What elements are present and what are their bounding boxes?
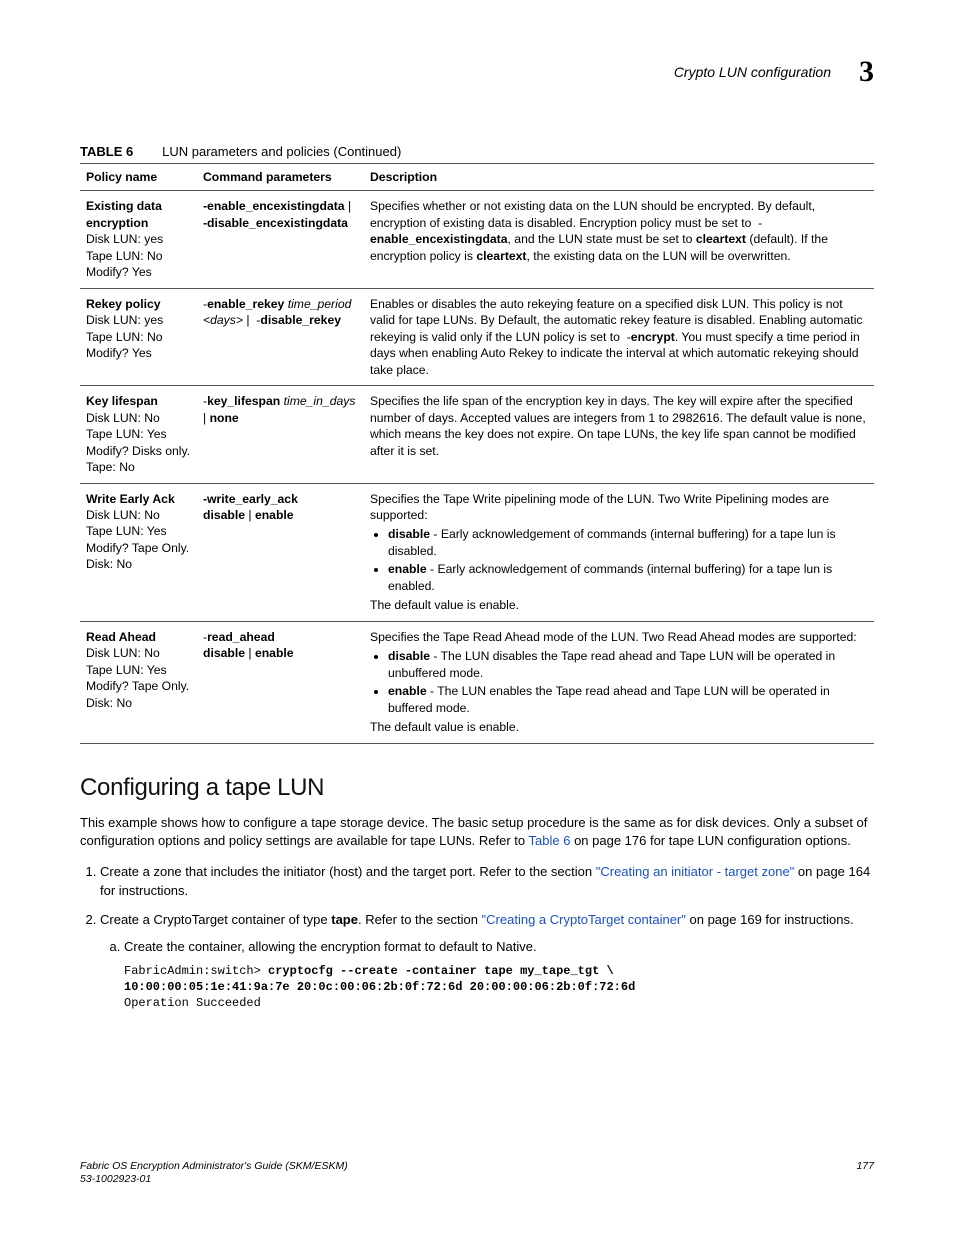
- intro-paragraph: This example shows how to configure a ta…: [80, 814, 874, 852]
- bullet-label: disable: [388, 649, 430, 663]
- step-text: . Refer to the section: [358, 912, 482, 927]
- description: Specifies the Tape Write pipelining mode…: [364, 483, 874, 621]
- bullet-text: - Early acknowledgement of commands (int…: [388, 527, 836, 557]
- page-number: 177: [856, 1160, 874, 1187]
- list-item: disable - The LUN disables the Tape read…: [388, 648, 868, 681]
- command-parameters: -enable_rekey time_period <days> | -disa…: [197, 288, 364, 385]
- policy-sub: Disk LUN: yes: [86, 312, 191, 328]
- bullet-text: - The LUN disables the Tape read ahead a…: [388, 649, 835, 679]
- bullet-label: enable: [388, 562, 427, 576]
- step-text: Create a zone that includes the initiato…: [100, 864, 596, 879]
- desc-pre: Specifies the Tape Read Ahead mode of th…: [370, 630, 857, 644]
- table-caption: TABLE 6 LUN parameters and policies (Con…: [80, 144, 874, 159]
- code-block: FabricAdmin:switch> cryptocfg --create -…: [124, 963, 874, 1012]
- table-label: TABLE 6: [80, 144, 133, 159]
- command-parameters: -read_aheaddisable | enable: [197, 621, 364, 743]
- lun-parameters-table: Policy name Command parameters Descripti…: [80, 163, 874, 744]
- bullet-label: enable: [388, 684, 427, 698]
- table-row: Existing data encryption Disk LUN: yes T…: [80, 191, 874, 288]
- cryptotarget-container-link[interactable]: "Creating a CryptoTarget container": [482, 912, 686, 927]
- code-prompt: FabricAdmin:switch>: [124, 964, 268, 978]
- sub-step-item: Create the container, allowing the encry…: [124, 938, 874, 1011]
- policy-sub: Disk LUN: No: [86, 645, 191, 661]
- policy-name: Existing data encryption: [86, 199, 162, 229]
- footer-title: Fabric OS Encryption Administrator's Gui…: [80, 1160, 348, 1172]
- col-policy-name: Policy name: [80, 164, 197, 191]
- description: Enables or disables the auto rekeying fe…: [364, 288, 874, 385]
- table-row: Key lifespan Disk LUN: No Tape LUN: Yes …: [80, 386, 874, 483]
- header-title: Crypto LUN configuration: [674, 64, 831, 80]
- page-header: Crypto LUN configuration 3: [80, 55, 874, 89]
- policy-sub: Disk LUN: No: [86, 410, 191, 426]
- intro-text-post: on page 176 for tape LUN configuration o…: [570, 833, 850, 848]
- table-caption-text: LUN parameters and policies (Continued): [162, 144, 401, 159]
- table-row: Read Ahead Disk LUN: No Tape LUN: Yes Mo…: [80, 621, 874, 743]
- col-command-parameters: Command parameters: [197, 164, 364, 191]
- policy-sub: Disk LUN: yes: [86, 231, 191, 247]
- desc-post: The default value is enable.: [370, 720, 519, 734]
- description: Specifies the Tape Read Ahead mode of th…: [364, 621, 874, 743]
- policy-sub: Modify? Yes: [86, 264, 191, 280]
- desc-pre: Specifies the Tape Write pipelining mode…: [370, 492, 829, 522]
- list-item: enable - The LUN enables the Tape read a…: [388, 683, 868, 716]
- step-text: Create a CryptoTarget container of type: [100, 912, 331, 927]
- col-description: Description: [364, 164, 874, 191]
- table-6-link[interactable]: Table 6: [529, 833, 571, 848]
- policy-sub: Modify? Tape Only. Disk: No: [86, 540, 191, 573]
- page-footer: Fabric OS Encryption Administrator's Gui…: [80, 1160, 874, 1187]
- description: Specifies the life span of the encryptio…: [364, 386, 874, 483]
- step-text: on page 169 for instructions.: [686, 912, 854, 927]
- sub-step-text: Create the container, allowing the encry…: [124, 939, 537, 954]
- bullet-text: - Early acknowledgement of commands (int…: [388, 562, 832, 592]
- policy-name: Read Ahead: [86, 630, 156, 644]
- policy-sub: Tape LUN: No: [86, 329, 191, 345]
- policy-name: Write Early Ack: [86, 492, 175, 506]
- chapter-number: 3: [859, 55, 874, 89]
- policy-sub: Disk LUN: No: [86, 507, 191, 523]
- bullet-label: disable: [388, 527, 430, 541]
- section-title: Configuring a tape LUN: [80, 774, 874, 802]
- steps-list: Create a zone that includes the initiato…: [80, 863, 874, 1011]
- table-row: Write Early Ack Disk LUN: No Tape LUN: Y…: [80, 483, 874, 621]
- command-parameters: -enable_encexistingdata | -disable_encex…: [197, 191, 364, 288]
- policy-sub: Tape LUN: Yes: [86, 523, 191, 539]
- initiator-target-zone-link[interactable]: "Creating an initiator - target zone": [596, 864, 795, 879]
- code-result: Operation Succeeded: [124, 996, 261, 1010]
- description: Specifies whether or not existing data o…: [364, 191, 874, 288]
- policy-sub: Tape LUN: No: [86, 248, 191, 264]
- policy-sub: Modify? Disks only. Tape: No: [86, 443, 191, 476]
- policy-name: Key lifespan: [86, 394, 158, 408]
- sub-steps-list: Create the container, allowing the encry…: [100, 938, 874, 1011]
- list-item: enable - Early acknowledgement of comman…: [388, 561, 868, 594]
- policy-sub: Tape LUN: Yes: [86, 662, 191, 678]
- desc-post: The default value is enable.: [370, 598, 519, 612]
- step-item: Create a CryptoTarget container of type …: [100, 911, 874, 1011]
- footer-docid: 53-1002923-01: [80, 1173, 151, 1185]
- step-item: Create a zone that includes the initiato…: [100, 863, 874, 901]
- table-row: Rekey policy Disk LUN: yes Tape LUN: No …: [80, 288, 874, 385]
- list-item: disable - Early acknowledgement of comma…: [388, 526, 868, 559]
- command-parameters: -write_early_ackdisable | enable: [197, 483, 364, 621]
- policy-sub: Modify? Tape Only. Disk: No: [86, 678, 191, 711]
- bullet-text: - The LUN enables the Tape read ahead an…: [388, 684, 830, 714]
- policy-name: Rekey policy: [86, 297, 161, 311]
- policy-sub: Tape LUN: Yes: [86, 426, 191, 442]
- command-parameters: -key_lifespan time_in_days | none: [197, 386, 364, 483]
- policy-sub: Modify? Yes: [86, 345, 191, 361]
- step-bold: tape: [331, 912, 358, 927]
